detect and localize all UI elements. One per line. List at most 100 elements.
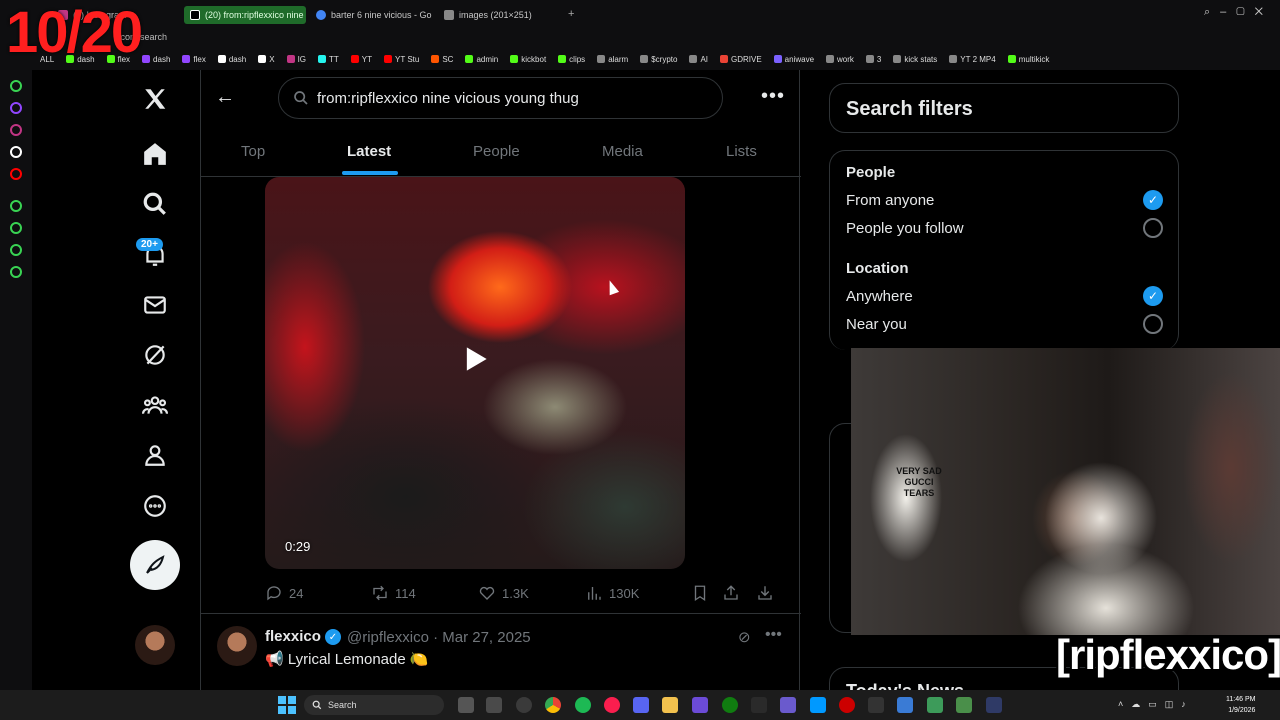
- tab-people[interactable]: People: [473, 143, 520, 160]
- post-button[interactable]: [130, 540, 180, 590]
- bookmark-item[interactable]: X: [258, 54, 275, 64]
- tweet-meta[interactable]: @ripflexxico · Mar 27, 2025: [347, 629, 531, 646]
- bookmark-item[interactable]: kickbot: [510, 54, 546, 64]
- people-you-follow-option[interactable]: People you follow: [846, 220, 964, 237]
- spotify-icon[interactable]: [575, 697, 591, 713]
- people-you-follow-radio[interactable]: [1143, 218, 1163, 238]
- app-icon[interactable]: [751, 697, 767, 713]
- download-button[interactable]: [756, 584, 774, 602]
- discord-icon[interactable]: [633, 697, 649, 713]
- messages-icon[interactable]: [140, 290, 170, 320]
- anywhere-check-icon[interactable]: ✓: [1143, 286, 1163, 306]
- video-player[interactable]: 0:29: [265, 177, 685, 569]
- avatar[interactable]: [217, 626, 257, 666]
- app-icon[interactable]: [927, 697, 943, 713]
- task-view-icon[interactable]: [458, 697, 474, 713]
- home-icon[interactable]: [140, 139, 170, 169]
- near-you-option[interactable]: Near you: [846, 316, 907, 333]
- search-input[interactable]: from:ripflexxico nine vicious young thug: [278, 77, 723, 119]
- app-icon[interactable]: [692, 697, 708, 713]
- bookmark-button[interactable]: [691, 584, 709, 602]
- windows-start-icon[interactable]: [278, 696, 296, 714]
- youtube-icon[interactable]: [10, 168, 22, 180]
- xbox-icon[interactable]: [722, 697, 738, 713]
- bookmark-item[interactable]: SC: [431, 54, 453, 64]
- tweet-author-name[interactable]: flexxico: [265, 628, 321, 645]
- opera-gx-icon[interactable]: [604, 697, 620, 713]
- bookmark-item[interactable]: 3: [865, 54, 881, 64]
- app-icon[interactable]: [839, 697, 855, 713]
- player-icon[interactable]: [10, 200, 22, 212]
- like-button[interactable]: 1.3K: [478, 584, 529, 602]
- bookmark-item[interactable]: admin: [465, 54, 498, 64]
- bookmark-item[interactable]: TT: [318, 54, 339, 64]
- bookmark-item[interactable]: aniwave: [773, 54, 814, 64]
- history-icon[interactable]: [10, 222, 22, 234]
- bookmark-item[interactable]: clips: [558, 54, 585, 64]
- instagram-icon[interactable]: [10, 124, 22, 136]
- bookmark-item[interactable]: IG: [286, 54, 306, 64]
- near-you-radio[interactable]: [1143, 314, 1163, 334]
- browser-tab-google[interactable]: barter 6 nine vicious - Go: [316, 6, 434, 24]
- bookmark-item[interactable]: YT: [350, 54, 372, 64]
- tab-media[interactable]: Media: [602, 143, 643, 160]
- x-icon[interactable]: [10, 146, 22, 158]
- browser-tab-x-search[interactable]: (20) from:ripflexxico nine: [184, 6, 306, 24]
- bookmark-item[interactable]: YT Stu: [384, 54, 419, 64]
- app-icon[interactable]: [780, 697, 796, 713]
- browser-tab-images[interactable]: images (201×251): [444, 6, 554, 24]
- bookmark-item[interactable]: flex: [182, 54, 206, 64]
- anywhere-option[interactable]: Anywhere: [846, 288, 913, 305]
- views-button[interactable]: 130K: [585, 584, 639, 602]
- tweet-more-icon[interactable]: •••: [765, 626, 782, 644]
- bookmark-item[interactable]: dash: [142, 54, 170, 64]
- bookmark-item[interactable]: AI: [689, 54, 708, 64]
- bookmark-item[interactable]: multikick: [1007, 54, 1049, 64]
- chrome-icon[interactable]: [545, 697, 561, 713]
- reply-button[interactable]: 24: [265, 584, 303, 602]
- repost-button[interactable]: 114: [371, 584, 416, 602]
- bookmark-item[interactable]: dash: [217, 54, 246, 64]
- bookmark-item[interactable]: GDRIVE: [720, 54, 762, 64]
- tab-top[interactable]: Top: [241, 143, 265, 160]
- taskbar-search[interactable]: Search: [304, 695, 444, 715]
- bookmark-item[interactable]: $crypto: [640, 54, 677, 64]
- communities-icon[interactable]: [140, 390, 170, 420]
- bookmark-item[interactable]: kick stats: [893, 54, 937, 64]
- x-logo-icon[interactable]: [140, 84, 170, 114]
- tab-lists[interactable]: Lists: [726, 143, 757, 160]
- app-icon[interactable]: [986, 697, 1002, 713]
- tab-latest[interactable]: Latest: [347, 143, 391, 160]
- window-controls[interactable]: ⌕–▢✕: [1204, 6, 1273, 19]
- extensions-icon[interactable]: [10, 244, 22, 256]
- back-arrow-icon[interactable]: ←: [215, 86, 235, 109]
- grok-icon[interactable]: ⊘: [738, 628, 751, 646]
- bookmark-item[interactable]: YT 2 MP4: [949, 54, 996, 64]
- app-icon[interactable]: [810, 697, 826, 713]
- play-icon[interactable]: [461, 345, 489, 373]
- account-avatar[interactable]: [135, 625, 175, 665]
- twitch-icon[interactable]: [10, 102, 22, 114]
- settings-icon[interactable]: [10, 266, 22, 278]
- app-icon[interactable]: [516, 697, 532, 713]
- share-button[interactable]: [722, 584, 740, 602]
- profile-icon[interactable]: [140, 440, 170, 470]
- explore-icon[interactable]: [140, 189, 170, 219]
- taskbar-clock[interactable]: 11:46 PM 1/9/2026: [1226, 694, 1255, 716]
- more-icon[interactable]: [140, 491, 170, 521]
- bookmark-item[interactable]: alarm: [597, 54, 628, 64]
- app-icon[interactable]: [486, 697, 502, 713]
- sidebar-app-icon[interactable]: [10, 80, 22, 92]
- from-anyone-check-icon[interactable]: ✓: [1143, 190, 1163, 210]
- more-options-icon[interactable]: •••: [761, 85, 785, 108]
- bookmark-item[interactable]: work: [826, 54, 854, 64]
- app-icon[interactable]: [868, 697, 884, 713]
- from-anyone-option[interactable]: From anyone: [846, 192, 934, 209]
- address-bar[interactable]: .com/search: [0, 30, 1280, 48]
- app-icon[interactable]: [897, 697, 913, 713]
- file-explorer-icon[interactable]: [662, 697, 678, 713]
- app-icon[interactable]: [956, 697, 972, 713]
- grok-icon[interactable]: [140, 340, 170, 370]
- system-tray-icons[interactable]: ˄☁▭◫♪: [1118, 699, 1194, 710]
- new-tab-button[interactable]: +: [568, 8, 574, 20]
